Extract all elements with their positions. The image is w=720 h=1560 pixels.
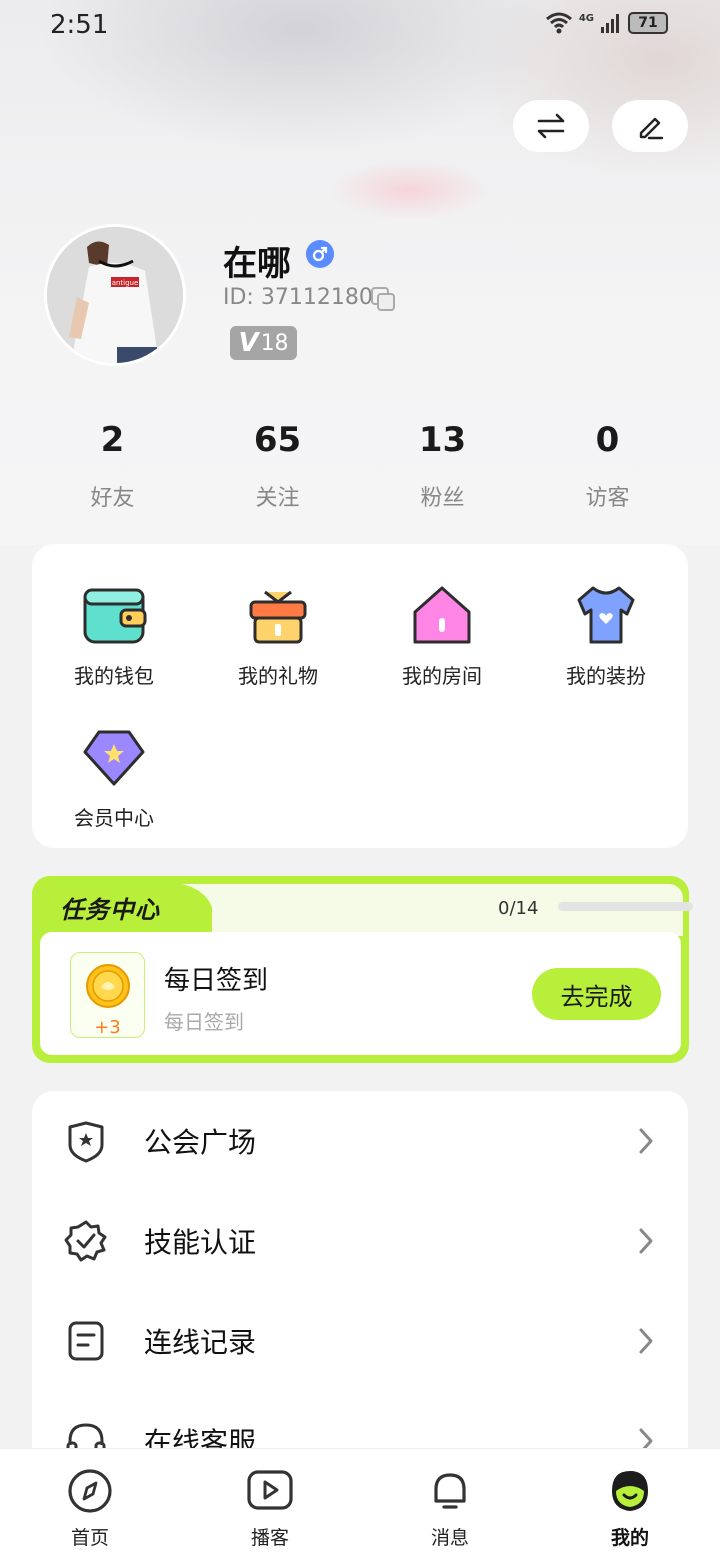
status-time: 2:51: [50, 10, 109, 40]
network-type: 4G: [578, 12, 594, 24]
chevron-right-icon: [639, 1128, 653, 1154]
switch-account-button[interactable]: [513, 100, 589, 152]
nav-label: 播客: [250, 1527, 289, 1549]
nav-label: 消息: [430, 1527, 469, 1549]
avatar-photo: antigue: [47, 227, 183, 363]
wallet-icon: [83, 588, 147, 644]
task-progress-text: 0/14: [498, 898, 539, 919]
grid-item-label: 我的礼物: [238, 664, 318, 688]
menu-list-card: 公会广场 技能认证 连线记录 在线客服: [32, 1091, 688, 1471]
battery-icon: 71: [628, 12, 668, 34]
verified-badge-icon: [64, 1220, 107, 1262]
list-item-label: 公会广场: [144, 1126, 257, 1159]
list-item-skill-certification[interactable]: 技能认证: [32, 1191, 688, 1291]
bell-icon: [434, 1473, 466, 1509]
stat-value: 2: [100, 420, 125, 460]
chevron-right-icon: [639, 1228, 653, 1254]
vip-v-icon: V: [238, 328, 259, 358]
grid-item-room[interactable]: 我的房间: [360, 580, 524, 689]
user-id: ID: 37112180: [223, 285, 373, 310]
feature-grid-card: 我的钱包 我的礼物 我的房间 我的装扮 会员中心: [32, 544, 688, 848]
vip-level: 18: [260, 330, 289, 356]
username: 在哪: [223, 244, 291, 284]
task-center-card: 任务中心 0/14 +3 每日签到 每日签到 去完成: [32, 876, 693, 1063]
stat-fans[interactable]: 13 粉丝: [360, 420, 525, 512]
list-item-connection-records[interactable]: 连线记录: [32, 1291, 688, 1391]
grid-item-gift[interactable]: 我的礼物: [196, 580, 360, 689]
task-name: 每日签到: [164, 966, 269, 996]
list-item-label: 技能认证: [144, 1226, 257, 1259]
task-description: 每日签到: [164, 1010, 244, 1034]
nav-label: 首页: [70, 1527, 109, 1549]
mine-avatar-icon: [612, 1471, 648, 1511]
vip-level-badge: V 18: [230, 326, 297, 360]
stat-following[interactable]: 65 关注: [195, 420, 360, 512]
complete-task-button[interactable]: 去完成: [532, 968, 661, 1020]
stat-label: 好友: [90, 486, 135, 511]
status-bar: 2:51 4G 71: [0, 0, 720, 52]
grid-item-label: 我的装扮: [566, 664, 646, 688]
avatar[interactable]: antigue: [44, 224, 186, 366]
compass-icon: [68, 1469, 112, 1513]
grid-item-label: 会员中心: [74, 806, 154, 830]
stat-label: 访客: [585, 486, 630, 511]
grid-item-label: 我的房间: [402, 664, 482, 688]
task-item: +3 每日签到 每日签到 去完成: [40, 932, 681, 1055]
record-icon: [68, 1321, 104, 1361]
grid-item-dressup[interactable]: 我的装扮: [524, 580, 688, 689]
svg-text:antigue: antigue: [112, 279, 139, 287]
play-icon: [247, 1470, 293, 1510]
status-icons: 4G 71: [545, 12, 668, 34]
house-icon: [413, 586, 471, 644]
list-item-label: 连线记录: [144, 1326, 257, 1359]
bottom-navigation: 首页 播客 消息 我的: [0, 1448, 720, 1560]
list-item-guild-plaza[interactable]: 公会广场: [32, 1091, 688, 1191]
edit-pencil-icon: [639, 117, 664, 140]
tshirt-icon: [577, 586, 635, 644]
shield-icon: [68, 1121, 104, 1163]
swap-arrows-icon: [537, 113, 565, 139]
nav-podcast[interactable]: 播客: [210, 1467, 330, 1550]
stat-value: 65: [253, 420, 302, 460]
stat-visitors[interactable]: 0 访客: [525, 420, 690, 512]
nav-home[interactable]: 首页: [30, 1467, 150, 1550]
task-progress-bar: [558, 902, 693, 911]
chevron-right-icon: [639, 1328, 653, 1354]
grid-item-wallet[interactable]: 我的钱包: [32, 580, 196, 689]
nav-label: 我的: [610, 1527, 649, 1549]
stat-friends[interactable]: 2 好友: [30, 420, 195, 512]
gift-icon: [249, 590, 307, 644]
nav-messages[interactable]: 消息: [390, 1467, 510, 1550]
stat-label: 关注: [255, 486, 300, 511]
stat-label: 粉丝: [420, 486, 465, 511]
coin-icon: [85, 964, 130, 1008]
stat-value: 13: [418, 420, 467, 460]
stat-value: 0: [595, 420, 620, 460]
reward-coin-box: +3: [70, 952, 145, 1038]
profile-stats: 2 好友 65 关注 13 粉丝 0 访客: [30, 420, 690, 512]
grid-item-label: 我的钱包: [74, 664, 154, 688]
task-center-title: 任务中心: [60, 896, 160, 924]
edit-profile-button[interactable]: [612, 100, 688, 152]
task-center-header: 任务中心 0/14: [32, 876, 693, 936]
signal-icon: [601, 14, 619, 33]
grid-item-vip-center[interactable]: 会员中心: [32, 722, 196, 831]
copy-id-icon[interactable]: [370, 286, 396, 316]
male-gender-icon: [306, 240, 334, 268]
nav-mine[interactable]: 我的: [570, 1467, 690, 1550]
reward-amount: +3: [94, 1017, 121, 1038]
wifi-icon: [545, 12, 572, 34]
vip-gem-icon: [83, 730, 145, 786]
